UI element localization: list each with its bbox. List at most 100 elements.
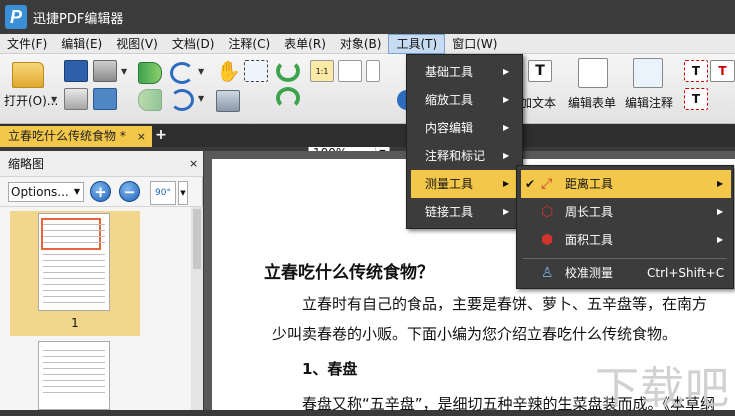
tab-close-icon[interactable]: ×	[137, 126, 146, 147]
section-heading: 1、春盘	[302, 360, 358, 378]
edit-form-label[interactable]: 编辑表单	[568, 94, 616, 111]
redo-icon[interactable]	[170, 89, 194, 111]
edit-annotation-label[interactable]: 编辑注释	[625, 94, 673, 111]
add-text-label[interactable]: 加文本	[520, 94, 556, 111]
new-tab-icon[interactable]: +	[154, 128, 168, 142]
menu-item-distance-tool[interactable]: ✔ ⤢ 距离工具 ▶	[521, 170, 731, 198]
menu-view[interactable]: 视图(V)	[109, 34, 165, 54]
scrollbar-thumb[interactable]	[193, 209, 201, 269]
back-icon[interactable]	[138, 62, 162, 84]
toolbar: 打开(O)... ▼ ▼ ▼ ▼ ✋ 1:1 100% ▼ T 加文本 编辑表单…	[0, 54, 735, 163]
fit-width-icon[interactable]	[366, 60, 380, 82]
area-icon: ⬢	[541, 232, 554, 248]
email-icon[interactable]	[93, 88, 117, 110]
submenu-arrow-icon: ▶	[503, 179, 510, 188]
document-tab-bar: 立春吃什么传统食物 * × +	[0, 124, 735, 147]
rotate-cw-icon[interactable]	[276, 60, 300, 82]
menu-item-label: 链接工具	[425, 205, 474, 219]
menu-item-area-tool[interactable]: ⬢ 面积工具 ▶	[517, 226, 733, 254]
text-box-icon[interactable]: T	[684, 60, 708, 82]
measure-submenu: ✔ ⤢ 距离工具 ▶ ⬡ 周长工具 ▶ ⬢ 面积工具 ▶ ♙ 校准测量 Ctrl…	[516, 165, 734, 289]
menu-item-link-tools[interactable]: 链接工具 ▶	[407, 198, 522, 226]
thumbnail-zoom-out-button[interactable]: −	[119, 181, 140, 202]
menu-tools[interactable]: 工具(T)	[388, 33, 446, 54]
save-icon[interactable]	[64, 60, 88, 82]
menu-item-comment-markup[interactable]: 注释和标记 ▶	[407, 142, 522, 170]
menu-item-shortcut: Ctrl+Shift+C	[647, 266, 725, 280]
rotate-90-button[interactable]: 90°	[150, 181, 176, 205]
menu-bar: 文件(F) 编辑(E) 视图(V) 文档(D) 注释(C) 表单(R) 对象(B…	[0, 33, 735, 54]
rotate-dropdown-icon[interactable]: ▼	[178, 181, 188, 205]
title-bar: P 迅捷PDF编辑器	[0, 0, 735, 34]
submenu-arrow-icon: ▶	[717, 179, 724, 188]
print-preview-icon[interactable]	[64, 88, 88, 110]
menu-item-zoom-tools[interactable]: 缩放工具 ▶	[407, 86, 522, 114]
panel-close-icon[interactable]: ×	[189, 151, 198, 177]
menu-file[interactable]: 文件(F)	[0, 34, 54, 54]
checkmark-icon: ✔	[525, 177, 536, 191]
calibrate-icon: ♙	[541, 265, 554, 281]
menu-item-label: 面积工具	[565, 233, 614, 247]
watermark: 下载吧	[595, 363, 730, 414]
menu-item-label: 基础工具	[425, 65, 474, 79]
print-dropdown-icon[interactable]: ▼	[121, 67, 127, 76]
menu-item-measure-tools[interactable]: 测量工具 ▶	[411, 170, 518, 198]
submenu-arrow-icon: ▶	[717, 207, 724, 216]
rotate-ccw-icon[interactable]	[276, 87, 300, 109]
tools-menu: 基础工具 ▶ 缩放工具 ▶ 内容编辑 ▶ 注释和标记 ▶ 测量工具 ▶ 链接工具…	[406, 54, 523, 229]
menu-item-label: 周长工具	[565, 205, 614, 219]
app-logo-icon: P	[5, 5, 27, 29]
callout-icon[interactable]: T	[684, 88, 708, 110]
distance-icon: ⤢	[541, 176, 553, 192]
thumbnail-zoom-in-button[interactable]: +	[90, 181, 111, 202]
typewriter-icon[interactable]: T	[710, 60, 735, 82]
options-label: Options...	[11, 185, 69, 199]
select-tool-icon[interactable]	[244, 60, 268, 82]
menu-item-label: 缩放工具	[425, 93, 474, 107]
menu-window[interactable]: 窗口(W)	[445, 34, 504, 54]
menu-form[interactable]: 表单(R)	[277, 34, 333, 54]
snapshot-icon[interactable]	[216, 90, 240, 112]
add-text-icon[interactable]: T	[528, 60, 552, 82]
actual-size-icon[interactable]: 1:1	[310, 60, 334, 82]
submenu-arrow-icon: ▶	[503, 123, 510, 132]
thumbnail-page-number: 1	[71, 316, 79, 330]
menu-item-calibrate[interactable]: ♙ 校准测量 Ctrl+Shift+C	[517, 259, 733, 287]
menu-edit[interactable]: 编辑(E)	[54, 34, 109, 54]
hand-tool-icon[interactable]: ✋	[216, 60, 241, 82]
menu-comment[interactable]: 注释(C)	[221, 34, 277, 54]
thumbnail-scrollbar[interactable]	[191, 207, 203, 410]
menu-item-basic-tools[interactable]: 基础工具 ▶	[407, 58, 522, 86]
edit-annotation-icon[interactable]	[633, 58, 663, 88]
open-dropdown-icon[interactable]: ▼	[51, 95, 57, 104]
menu-item-content-edit[interactable]: 内容编辑 ▶	[407, 114, 522, 142]
paragraph-1-line-2: 少叫卖春卷的小贩。下面小编为您介绍立春吃什么传统食物。	[272, 325, 678, 343]
menu-item-label: 注释和标记	[425, 149, 486, 163]
fit-page-icon[interactable]	[338, 60, 362, 82]
submenu-arrow-icon: ▶	[503, 207, 510, 216]
submenu-arrow-icon: ▶	[503, 95, 510, 104]
menu-document[interactable]: 文档(D)	[165, 34, 222, 54]
menu-item-perimeter-tool[interactable]: ⬡ 周长工具 ▶	[517, 198, 733, 226]
thumbnail-panel-title: 缩略图	[8, 157, 45, 171]
thumbnail-highlight-box	[41, 218, 101, 250]
document-tab-title: 立春吃什么传统食物 *	[8, 129, 126, 143]
options-dropdown[interactable]: Options... ▼	[8, 182, 84, 202]
forward-icon[interactable]	[138, 89, 162, 111]
menu-item-label: 距离工具	[565, 177, 614, 191]
thumbnail-page-1[interactable]	[38, 213, 110, 311]
open-folder-icon[interactable]	[12, 62, 44, 88]
printer-icon[interactable]	[93, 60, 117, 82]
edit-form-icon[interactable]	[578, 58, 608, 88]
redo-dropdown-icon[interactable]: ▼	[198, 94, 204, 103]
undo-dropdown-icon[interactable]: ▼	[198, 67, 204, 76]
document-title: 立春吃什么传统食物？	[264, 263, 434, 283]
submenu-arrow-icon: ▶	[503, 151, 510, 160]
undo-icon[interactable]	[170, 62, 194, 84]
thumbnail-panel-header: 缩略图 ×	[0, 151, 203, 177]
menu-item-label: 校准测量	[565, 266, 614, 280]
document-tab[interactable]: 立春吃什么传统食物 * ×	[0, 126, 152, 147]
thumbnail-page-2[interactable]	[38, 341, 110, 410]
menu-object[interactable]: 对象(B)	[333, 34, 389, 54]
app-title: 迅捷PDF编辑器	[33, 11, 124, 27]
